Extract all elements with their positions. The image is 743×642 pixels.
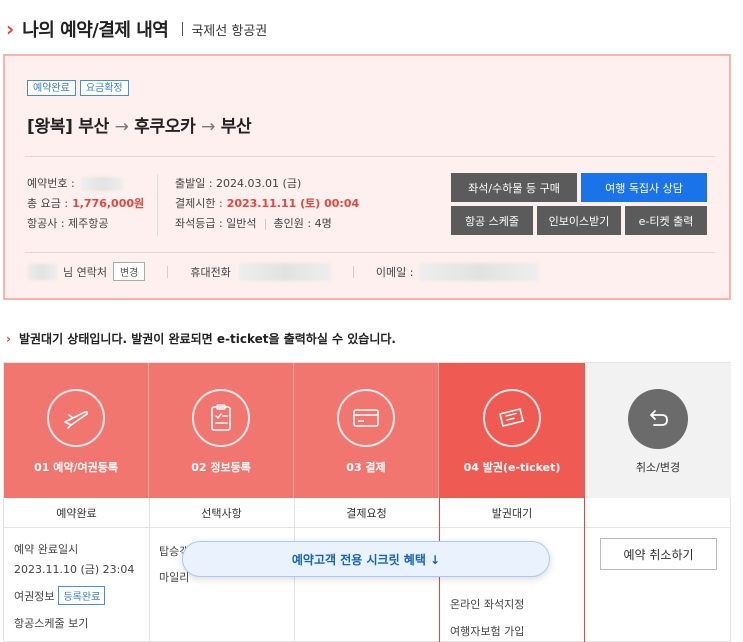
- airline: 항공사 : 제주항공: [27, 217, 109, 230]
- step-status: 결제요청: [294, 498, 439, 528]
- route-origin: 부산: [78, 117, 109, 137]
- ticketing-notice: › 발권대기 상태입니다. 발권이 완료되면 e-ticket을 출력하실 수 …: [6, 331, 396, 347]
- travel-insurance-link[interactable]: 여행자보험 가입: [450, 623, 524, 639]
- divider: [25, 156, 715, 157]
- step-status: [585, 498, 731, 528]
- travel-consult-button[interactable]: 여행 독집사 상담: [581, 173, 707, 202]
- divider: [167, 265, 169, 278]
- step-reservation: 01 예약/여권등록: [4, 363, 149, 498]
- step-info: 02 정보등록: [149, 363, 294, 498]
- redacted-email: [419, 262, 540, 281]
- departure-date: 출발일 : 2024.03.01 (금): [175, 177, 302, 190]
- secret-benefit-banner[interactable]: 예약고객 전용 시크릿 혜택 ↓: [182, 541, 550, 577]
- invoice-button[interactable]: 인보이스받기: [537, 206, 621, 235]
- step-label: 취소/변경: [635, 461, 681, 474]
- seat-class-passengers: 좌석등급 : 일반석 총인원 : 4명: [175, 217, 332, 230]
- undo-icon: [628, 389, 688, 449]
- route-arrow-icon: →: [114, 117, 129, 137]
- email-label: 이메일 :: [375, 265, 414, 279]
- chevron-right-icon: ›: [6, 17, 15, 41]
- booking-steps: 01 예약/여권등록 02 정보등록 03 결제 04 발권(e-ticket)…: [3, 362, 731, 642]
- credit-card-icon: [337, 389, 395, 447]
- step-cancel-change: 취소/변경: [585, 363, 731, 498]
- booked-at-value: 2023.11.10 (금) 23:04: [14, 563, 135, 576]
- change-contact-button[interactable]: 변경: [112, 262, 146, 281]
- divider: [25, 252, 715, 253]
- passport-status-badge[interactable]: 등록완료: [58, 586, 106, 605]
- redacted-value: [80, 177, 123, 191]
- booking-summary: 예약완료 요금확정 [왕복] 부산 → 후쿠오카 → 부산 예약번호 : 총 요…: [3, 54, 731, 300]
- eticket-print-button[interactable]: e-티켓 출력: [625, 206, 707, 235]
- total-fare: 총 요금 : 1,776,000원: [27, 197, 145, 210]
- flight-schedule-button[interactable]: 항공 스케줄: [451, 206, 533, 235]
- payment-deadline: 결제시한 : 2023.11.11 (토) 00:04: [175, 197, 360, 210]
- cancel-reservation-button[interactable]: 예약 취소하기: [600, 538, 717, 570]
- ticket-icon: [483, 389, 541, 447]
- step-status: 발권대기: [439, 498, 585, 528]
- contact-row: 님 연락처 변경 휴대전화 이메일 :: [27, 262, 540, 281]
- contact-label: 님 연락처: [63, 265, 107, 279]
- page-subtitle: 국제선 항공권: [191, 23, 268, 39]
- route-return: 부산: [220, 117, 252, 137]
- status-badges: 예약완료 요금확정: [27, 80, 129, 96]
- route-destination: 후쿠오카: [134, 117, 196, 137]
- step-label: 04 발권(e-ticket): [463, 461, 561, 474]
- step-status: 예약완료: [4, 498, 149, 528]
- header-separator: [182, 22, 184, 36]
- step-payment: 03 결제: [294, 363, 439, 498]
- step-label: 03 결제: [346, 461, 386, 474]
- passport-info: 여권정보 등록완료: [14, 586, 106, 605]
- booked-at-label: 예약 완료일시: [14, 543, 79, 556]
- redacted-phone: [238, 262, 331, 281]
- booking-info-primary: 예약번호 : 총 요금 : 1,776,000원 항공사 : 제주항공: [27, 174, 144, 234]
- mobile-label: 휴대전화: [190, 265, 231, 279]
- airplane-icon: [47, 389, 105, 447]
- seat-baggage-button[interactable]: 좌석/수하물 등 구매: [451, 173, 577, 202]
- divider: [149, 498, 150, 642]
- step-status: 선택사항: [149, 498, 294, 528]
- online-seat-link[interactable]: 온라인 좌석지정: [450, 596, 524, 612]
- status-badge-fare-confirmed: 요금확정: [79, 80, 129, 96]
- divider: [352, 265, 354, 278]
- redacted-name: [27, 263, 57, 280]
- status-badge-booked: 예약완료: [27, 80, 76, 96]
- step-label: 01 예약/여권등록: [34, 461, 118, 474]
- divider: [157, 174, 158, 236]
- clipboard-icon: [192, 389, 250, 447]
- route-arrow-icon: →: [201, 117, 216, 137]
- step-label: 02 정보등록: [191, 461, 251, 474]
- trip-type: [왕복]: [27, 117, 73, 137]
- divider: [584, 498, 585, 642]
- reservation-number: 예약번호 :: [27, 174, 144, 194]
- route-title: [왕복] 부산 → 후쿠오카 → 부산: [27, 112, 252, 137]
- step-ticketing: 04 발권(e-ticket): [439, 363, 595, 498]
- page-header: › 나의 예약/결제 내역 국제선 항공권: [6, 14, 267, 44]
- schedule-link[interactable]: 항공스케줄 보기: [14, 615, 88, 631]
- divider: [264, 219, 266, 230]
- mileage-info-link[interactable]: 마일리: [159, 569, 189, 585]
- chevron-right-icon: ›: [6, 331, 11, 346]
- booking-info-secondary: 출발일 : 2024.03.01 (금) 결제시한 : 2023.11.11 (…: [175, 174, 359, 234]
- page-title: 나의 예약/결제 내역: [22, 20, 169, 41]
